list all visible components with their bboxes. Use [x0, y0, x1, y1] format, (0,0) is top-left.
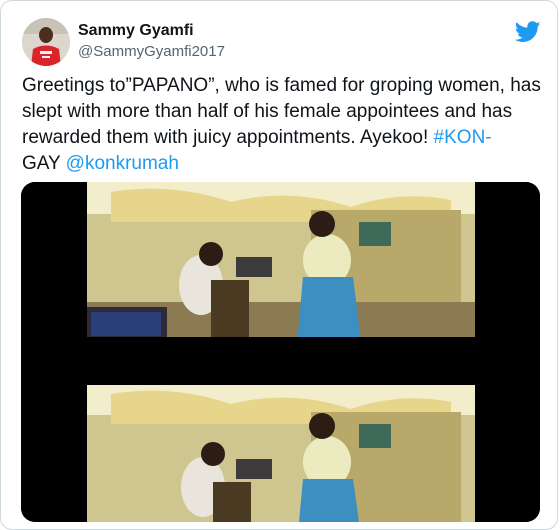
embedded-video[interactable]	[21, 182, 540, 522]
mention-link[interactable]: @konkrumah	[66, 153, 179, 174]
avatar-photo	[22, 18, 70, 66]
author-name[interactable]: Sammy Gyamfi	[78, 22, 194, 40]
video-still-top	[87, 182, 475, 342]
tweet-body-continued: GAY	[22, 153, 66, 174]
hashtag-link[interactable]: #KON-	[434, 127, 492, 148]
tweet-text: Greetings to”PAPANO”, who is famed for g…	[22, 73, 547, 177]
video-frame	[21, 182, 540, 522]
avatar[interactable]	[22, 18, 70, 66]
author-handle[interactable]: @SammyGyamfi2017	[78, 43, 225, 60]
video-still-bottom	[87, 385, 475, 522]
twitter-bird-icon[interactable]	[515, 21, 541, 43]
tweet-card: Sammy Gyamfi @SammyGyamfi2017 Greetings …	[0, 0, 558, 530]
